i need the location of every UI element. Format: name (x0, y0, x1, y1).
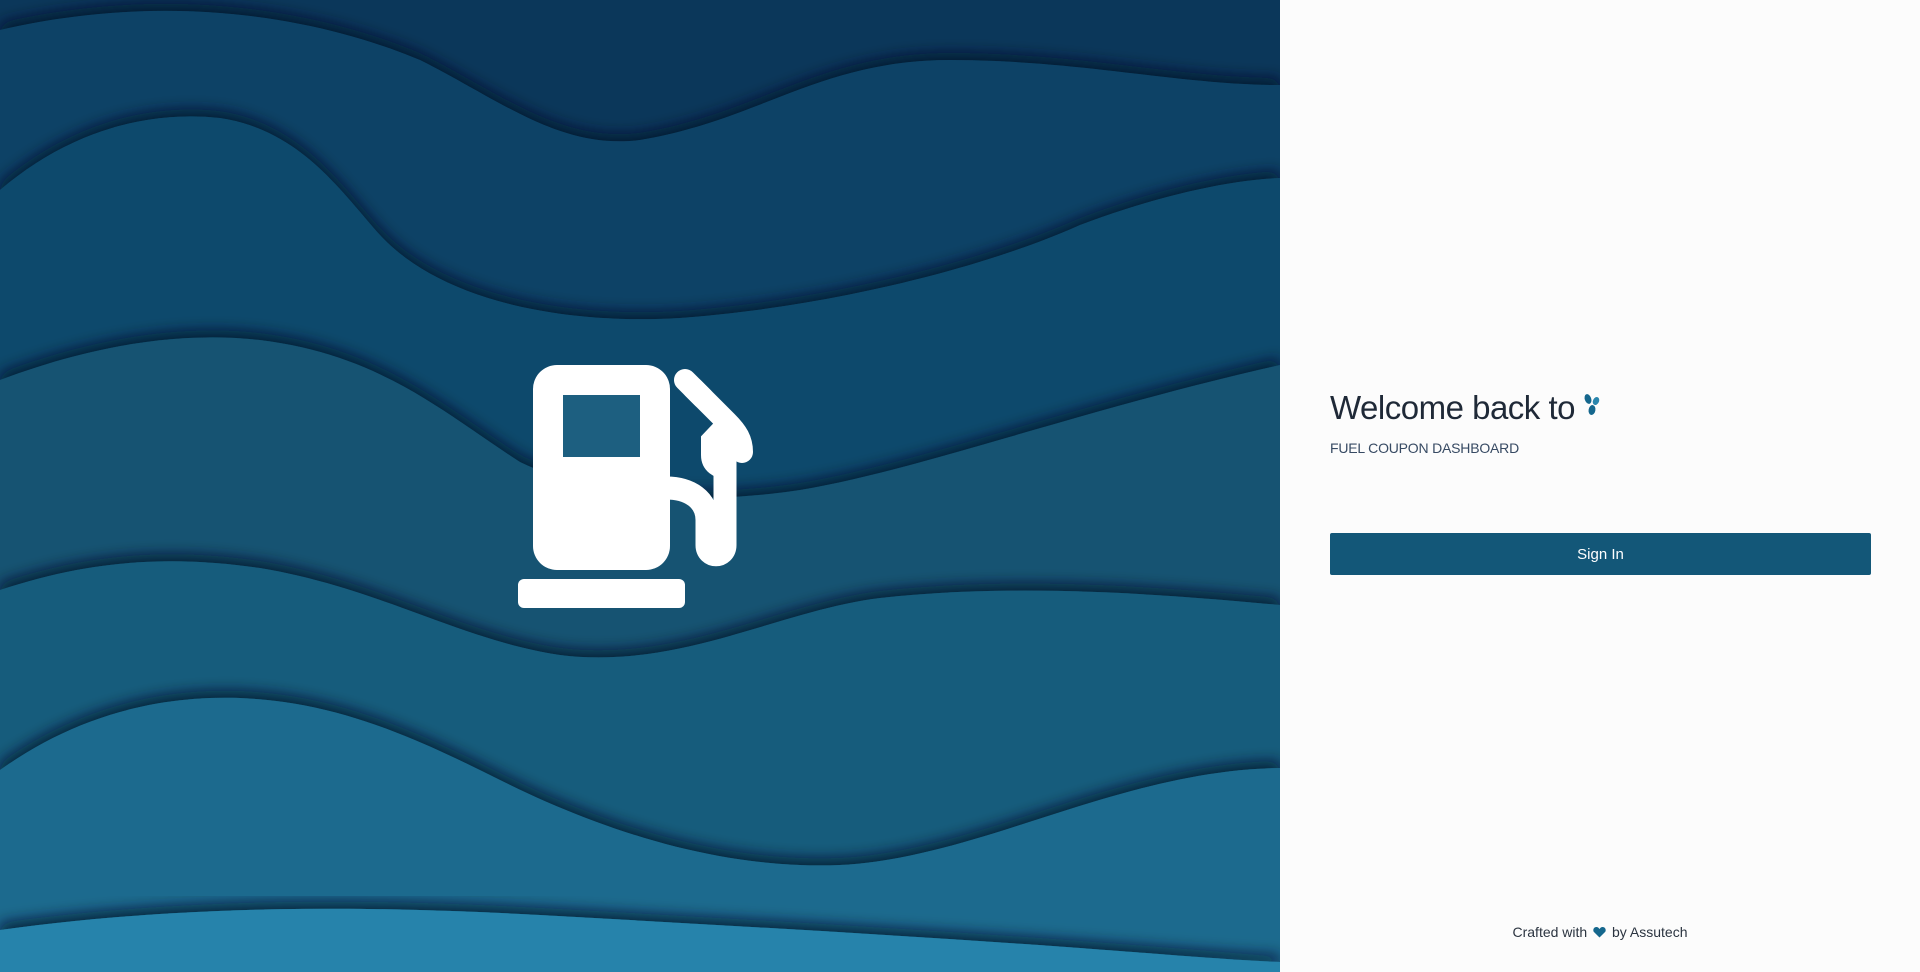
sign-in-form: Welcome back to FUEL COUPON DASHBOARD Si… (1330, 384, 1871, 575)
footer-suffix: by Assutech (1611, 924, 1688, 940)
hero-panel (0, 0, 1280, 972)
auth-panel: Welcome back to FUEL COUPON DASHBOARD Si… (1280, 0, 1920, 972)
app-subtitle: FUEL COUPON DASHBOARD (1330, 440, 1519, 456)
welcome-heading: Welcome back to (1330, 384, 1871, 432)
heart-icon (1593, 927, 1606, 938)
page-title: Welcome back to (1330, 389, 1576, 426)
droplets-logo-icon (1584, 394, 1600, 415)
fuel-pump-icon (518, 365, 753, 608)
login-page: Welcome back to FUEL COUPON DASHBOARD Si… (0, 0, 1920, 972)
footer-prefix: Crafted with (1512, 924, 1588, 940)
footer-credit: Crafted with by Assutech (1280, 924, 1920, 940)
sign-in-button[interactable]: Sign In (1330, 533, 1871, 575)
